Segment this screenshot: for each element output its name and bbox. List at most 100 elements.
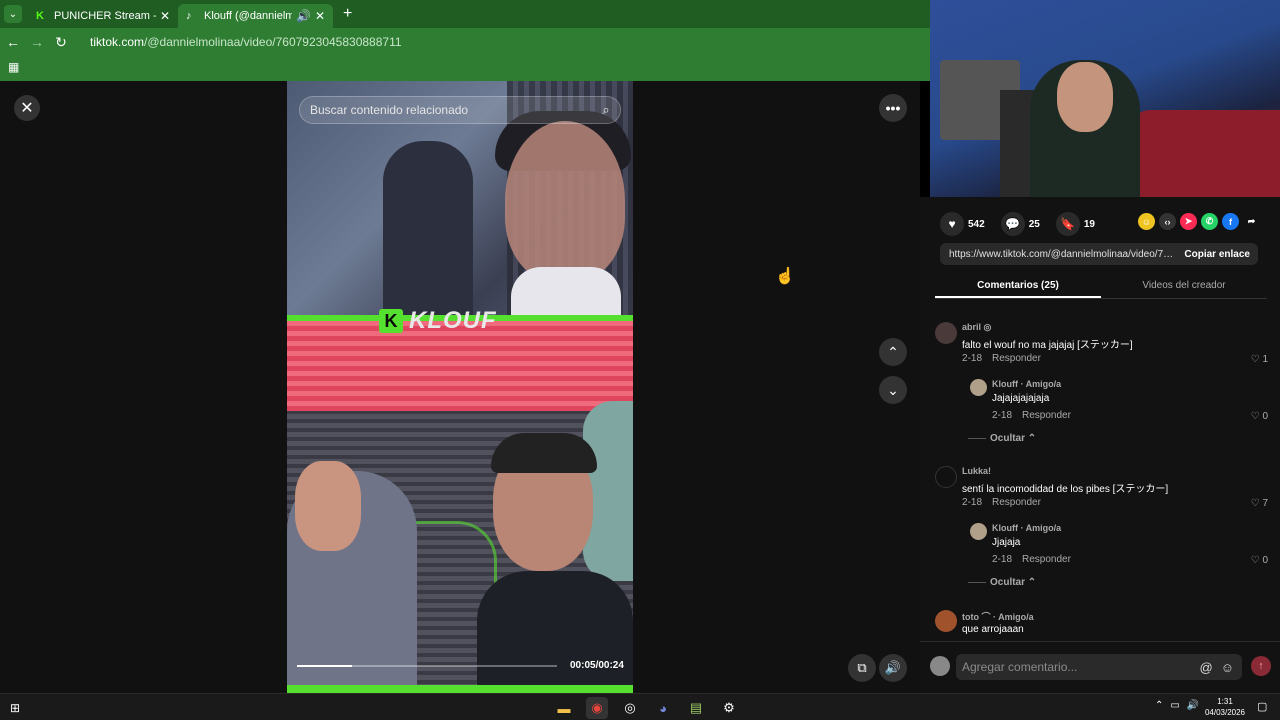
hide-replies-button[interactable]: Ocultar ⌃	[968, 433, 1036, 444]
comment-text: que arrojaaan	[962, 624, 1024, 635]
apps-grid-icon[interactable]: ▦	[8, 60, 19, 74]
video-scene-bottom	[287, 321, 633, 693]
audio-icon[interactable]: 🔊	[296, 9, 311, 23]
comment-button[interactable]: 💬 25	[1000, 212, 1040, 236]
close-tab-icon[interactable]: ✕	[160, 9, 170, 23]
close-player-button[interactable]: ✕	[14, 95, 40, 121]
share-link-row: https://www.tiktok.com/@dannielmolinaa/v…	[940, 243, 1258, 265]
next-video-button[interactable]: ⌄	[879, 376, 907, 404]
close-tab-icon[interactable]: ✕	[315, 9, 325, 23]
comment-like[interactable]: ♡ 0	[1251, 411, 1268, 422]
comment-like[interactable]: ♡ 7	[1251, 498, 1268, 509]
system-tray: ⌃ ▭ 🔊	[1155, 700, 1206, 711]
network-icon[interactable]: ▭	[1170, 700, 1179, 711]
emoji-icon[interactable]: ☺	[1221, 660, 1234, 675]
avatar[interactable]	[935, 466, 957, 488]
video-player: ✕ ••• ⌃ ⌄ K KLOUF Buscar contenido relac…	[0, 81, 920, 693]
reply-button[interactable]: Responder	[1022, 554, 1071, 565]
comment-like-count: 0	[1262, 411, 1268, 422]
chevron-up-icon[interactable]: ⌃	[1155, 700, 1163, 711]
comment-user[interactable]: toto ⌒ · Amigo/a	[962, 610, 1034, 623]
comment-user[interactable]: abril ◎	[962, 322, 991, 333]
send-comment-button[interactable]: ↑	[1251, 656, 1271, 676]
volume-icon[interactable]: 🔊	[879, 654, 907, 682]
send-icon[interactable]: ➤	[1180, 213, 1197, 230]
comment-user[interactable]: Klouff · Amigo/a	[992, 379, 1061, 389]
video-frame[interactable]: K KLOUF Buscar contenido relacionado ⌕ 0…	[287, 81, 633, 693]
tab-punicher[interactable]: K PUNICHER Stream - Watch Live ✕	[28, 4, 178, 28]
new-tab-button[interactable]: +	[343, 5, 352, 23]
address-bar-row: ← → ↻ tiktok.com/@dannielmolinaa/video/7…	[0, 30, 930, 54]
speaker-icon[interactable]: 🔊	[1187, 700, 1199, 711]
comment-list: abril ◎ falto el wouf no ma jajajaj [ステッ…	[920, 317, 1280, 641]
system-clock[interactable]: 1:31 04/03/2026	[1204, 696, 1246, 718]
friends-icon[interactable]: ☺	[1138, 213, 1155, 230]
floating-player-button[interactable]: ⧉	[848, 654, 876, 682]
file-explorer-icon[interactable]: ▬	[553, 697, 575, 719]
heart-icon: ♥	[940, 212, 964, 236]
comment-user[interactable]: Lukka!	[962, 466, 991, 476]
comment-composer: Agregar comentario... @ ☺ ↑	[920, 641, 1280, 693]
avatar[interactable]	[970, 523, 987, 540]
settings-gear-icon[interactable]: ⚙	[718, 697, 740, 719]
windows-start-icon[interactable]: ⊞	[10, 701, 20, 715]
tab-search-button[interactable]: ⌄	[4, 5, 22, 23]
reply-button[interactable]: Responder	[1022, 410, 1071, 421]
share-icons: ☺ ‹› ➤ ✆ f ➦	[1138, 213, 1264, 230]
reload-icon[interactable]: ↻	[50, 34, 72, 51]
reply-button[interactable]: Responder	[992, 497, 1041, 508]
more-options-button[interactable]: •••	[879, 94, 907, 122]
comment-text: Jajajajajajaja	[992, 393, 1050, 404]
forward-icon[interactable]: →	[26, 34, 48, 50]
logo-text: KLOUF	[409, 307, 497, 334]
search-icon[interactable]: ⌕	[592, 96, 620, 124]
obs-icon[interactable]: ◎	[619, 697, 641, 719]
previous-video-button[interactable]: ⌃	[879, 338, 907, 366]
tiktok-logo-icon: ♪	[186, 10, 192, 22]
tab-title: PUNICHER Stream - Watch Live	[54, 10, 156, 22]
notifications-icon[interactable]: ▢	[1257, 700, 1267, 713]
tab-comments[interactable]: Comentarios (25)	[935, 275, 1101, 298]
comment-date: 2-18	[962, 497, 983, 508]
share-icon[interactable]: ➦	[1243, 213, 1260, 230]
bookmark-button[interactable]: 🔖 19	[1055, 212, 1095, 236]
comment-like[interactable]: ♡ 0	[1251, 555, 1268, 566]
embed-icon[interactable]: ‹›	[1159, 213, 1176, 230]
klouf-logo: K KLOUF	[379, 307, 497, 334]
url-field[interactable]: tiktok.com/@dannielmolinaa/video/7607923…	[90, 35, 402, 49]
progress-fill	[297, 665, 352, 667]
tab-creator-videos[interactable]: Videos del creador	[1101, 275, 1267, 298]
copy-link-button[interactable]: Copiar enlace	[1176, 249, 1258, 260]
facebook-icon[interactable]: f	[1222, 213, 1239, 230]
clock-date: 04/03/2026	[1204, 708, 1246, 717]
reply-button[interactable]: Responder	[992, 353, 1041, 364]
like-button[interactable]: ♥ 542	[940, 212, 985, 236]
engagement-stats: ♥ 542 💬 25 🔖 19	[940, 212, 1111, 236]
comment-meta: 2-18 Responder	[962, 497, 1041, 508]
bookmark-icon: 🔖	[1055, 212, 1080, 236]
comment-meta: 2-18 Responder	[992, 410, 1071, 421]
comment-text: falto el wouf no ma jajajaj [ステッカー]	[962, 340, 1133, 351]
comment-like-count: 0	[1262, 555, 1268, 566]
avatar[interactable]	[935, 322, 957, 344]
comment-input[interactable]: Agregar comentario... @ ☺	[956, 654, 1242, 680]
chrome-icon[interactable]: ◉	[586, 697, 608, 719]
webcam-overlay	[930, 0, 1280, 197]
app-icon[interactable]: ▤	[685, 697, 707, 719]
tab-tiktok[interactable]: ♪ Klouff (@dannielmolinaa) | 🔊 ✕	[178, 4, 333, 28]
avatar[interactable]	[970, 379, 987, 396]
comment-text: Jjajaja	[992, 537, 1021, 548]
mention-icon[interactable]: @	[1200, 660, 1213, 675]
discord-icon[interactable]: ◕	[652, 697, 674, 719]
hide-replies-button[interactable]: Ocultar ⌃	[968, 577, 1036, 588]
back-icon[interactable]: ←	[2, 34, 24, 50]
comment-like[interactable]: ♡ 1	[1251, 354, 1268, 365]
tab-strip: ⌄ K PUNICHER Stream - Watch Live ✕ ♪ Klo…	[0, 0, 930, 28]
whatsapp-icon[interactable]: ✆	[1201, 213, 1218, 230]
comment-icon: 💬	[1000, 212, 1025, 236]
comment-user[interactable]: Klouff · Amigo/a	[992, 523, 1061, 533]
video-progress-bar[interactable]	[297, 665, 557, 667]
avatar[interactable]	[935, 610, 957, 632]
related-search-input[interactable]: Buscar contenido relacionado ⌕	[299, 96, 621, 124]
share-link[interactable]: https://www.tiktok.com/@dannielmolinaa/v…	[940, 249, 1176, 260]
